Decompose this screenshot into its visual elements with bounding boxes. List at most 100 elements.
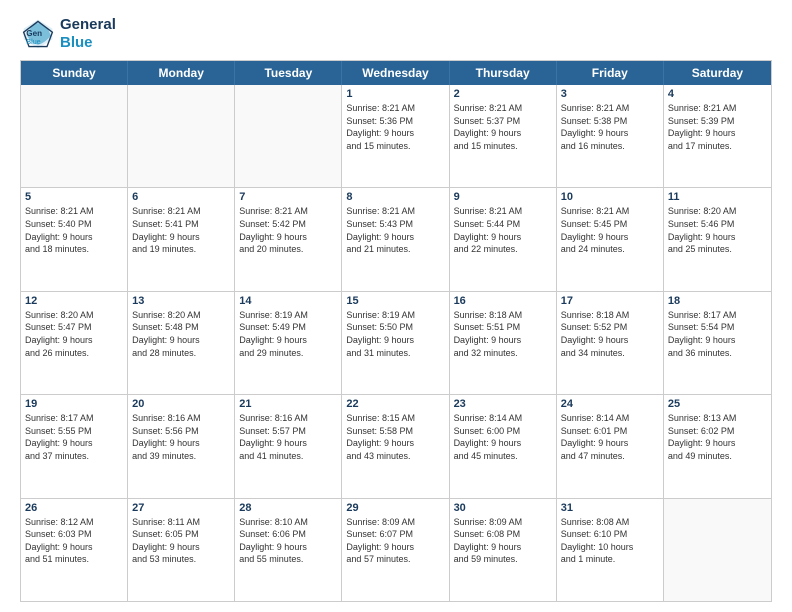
day-number: 21	[239, 398, 337, 410]
week-row-4: 19Sunrise: 8:17 AM Sunset: 5:55 PM Dayli…	[21, 395, 771, 498]
day-number: 26	[25, 502, 123, 514]
day-info: Sunrise: 8:20 AM Sunset: 5:46 PM Dayligh…	[668, 205, 767, 255]
day-info: Sunrise: 8:09 AM Sunset: 6:08 PM Dayligh…	[454, 516, 552, 566]
day-number: 29	[346, 502, 444, 514]
week-row-2: 5Sunrise: 8:21 AM Sunset: 5:40 PM Daylig…	[21, 188, 771, 291]
day-info: Sunrise: 8:21 AM Sunset: 5:39 PM Dayligh…	[668, 102, 767, 152]
day-cell-2: 2Sunrise: 8:21 AM Sunset: 5:37 PM Daylig…	[450, 85, 557, 187]
header-day-monday: Monday	[128, 61, 235, 85]
day-info: Sunrise: 8:21 AM Sunset: 5:36 PM Dayligh…	[346, 102, 444, 152]
day-info: Sunrise: 8:08 AM Sunset: 6:10 PM Dayligh…	[561, 516, 659, 566]
day-cell-30: 30 Sunrise: 8:09 AM Sunset: 6:08 PM Dayli…	[450, 499, 557, 601]
day-number: 18	[668, 295, 767, 307]
header-day-saturday: Saturday	[664, 61, 771, 85]
day-number: 27	[132, 502, 230, 514]
day-info: Sunrise: 8:17 AM Sunset: 5:54 PM Dayligh…	[668, 309, 767, 359]
day-cell-9: 9 Sunrise: 8:21 AM Sunset: 5:44 PM Daylig…	[450, 188, 557, 290]
header-day-friday: Friday	[557, 61, 664, 85]
header-day-sunday: Sunday	[21, 61, 128, 85]
day-number: 7	[239, 191, 337, 203]
week-row-5: 26 Sunrise: 8:12 AM Sunset: 6:03 PM Dayli…	[21, 499, 771, 601]
day-cell-15: 15Sunrise: 8:19 AM Sunset: 5:50 PM Dayli…	[342, 292, 449, 394]
day-cell-16: 16 Sunrise: 8:18 AM Sunset: 5:51 PM Dayli…	[450, 292, 557, 394]
day-number: 6	[132, 191, 230, 203]
day-number: 13	[132, 295, 230, 307]
page: Gen Blue General Blue SundayMondayTuesda…	[0, 0, 792, 612]
day-number: 3	[561, 88, 659, 100]
day-cell-22: 22 Sunrise: 8:15 AM Sunset: 5:58 PM Dayli…	[342, 395, 449, 497]
day-info: Sunrise: 8:20 AM Sunset: 5:48 PM Dayligh…	[132, 309, 230, 359]
day-cell-11: 11Sunrise: 8:20 AM Sunset: 5:46 PM Dayli…	[664, 188, 771, 290]
day-number: 9	[454, 191, 552, 203]
day-info: Sunrise: 8:16 AM Sunset: 5:57 PM Dayligh…	[239, 412, 337, 462]
day-cell-25: 25 Sunrise: 8:13 AM Sunset: 6:02 PM Dayli…	[664, 395, 771, 497]
day-info: Sunrise: 8:21 AM Sunset: 5:44 PM Dayligh…	[454, 205, 552, 255]
day-number: 17	[561, 295, 659, 307]
day-cell-27: 27 Sunrise: 8:11 AM Sunset: 6:05 PM Dayli…	[128, 499, 235, 601]
day-number: 20	[132, 398, 230, 410]
header: Gen Blue General Blue	[20, 16, 772, 52]
day-info: Sunrise: 8:12 AM Sunset: 6:03 PM Dayligh…	[25, 516, 123, 566]
day-number: 15	[346, 295, 444, 307]
day-cell-13: 13 Sunrise: 8:20 AM Sunset: 5:48 PM Dayli…	[128, 292, 235, 394]
day-cell-20: 20 Sunrise: 8:16 AM Sunset: 5:56 PM Dayli…	[128, 395, 235, 497]
day-number: 23	[454, 398, 552, 410]
day-info: Sunrise: 8:21 AM Sunset: 5:43 PM Dayligh…	[346, 205, 444, 255]
day-info: Sunrise: 8:14 AM Sunset: 6:01 PM Dayligh…	[561, 412, 659, 462]
day-cell-1: 1 Sunrise: 8:21 AM Sunset: 5:36 PM Daylig…	[342, 85, 449, 187]
day-cell-3: 3Sunrise: 8:21 AM Sunset: 5:38 PM Daylig…	[557, 85, 664, 187]
day-cell-29: 29 Sunrise: 8:09 AM Sunset: 6:07 PM Dayli…	[342, 499, 449, 601]
day-number: 22	[346, 398, 444, 410]
day-info: Sunrise: 8:18 AM Sunset: 5:51 PM Dayligh…	[454, 309, 552, 359]
header-day-wednesday: Wednesday	[342, 61, 449, 85]
empty-cell	[21, 85, 128, 187]
calendar-header: SundayMondayTuesdayWednesdayThursdayFrid…	[21, 61, 771, 85]
day-cell-21: 21 Sunrise: 8:16 AM Sunset: 5:57 PM Dayli…	[235, 395, 342, 497]
logo-text: General Blue	[60, 16, 116, 52]
day-number: 25	[668, 398, 767, 410]
day-number: 16	[454, 295, 552, 307]
day-cell-10: 10 Sunrise: 8:21 AM Sunset: 5:45 PM Dayli…	[557, 188, 664, 290]
day-cell-8: 8 Sunrise: 8:21 AM Sunset: 5:43 PM Daylig…	[342, 188, 449, 290]
day-info: Sunrise: 8:10 AM Sunset: 6:06 PM Dayligh…	[239, 516, 337, 566]
day-cell-28: 28Sunrise: 8:10 AM Sunset: 6:06 PM Dayli…	[235, 499, 342, 601]
empty-cell	[128, 85, 235, 187]
day-info: Sunrise: 8:19 AM Sunset: 5:49 PM Dayligh…	[239, 309, 337, 359]
logo: Gen Blue General Blue	[20, 16, 116, 52]
day-info: Sunrise: 8:18 AM Sunset: 5:52 PM Dayligh…	[561, 309, 659, 359]
day-number: 5	[25, 191, 123, 203]
day-number: 10	[561, 191, 659, 203]
day-number: 24	[561, 398, 659, 410]
week-row-3: 12Sunrise: 8:20 AM Sunset: 5:47 PM Dayli…	[21, 292, 771, 395]
day-cell-4: 4Sunrise: 8:21 AM Sunset: 5:39 PM Daylig…	[664, 85, 771, 187]
day-info: Sunrise: 8:11 AM Sunset: 6:05 PM Dayligh…	[132, 516, 230, 566]
day-cell-5: 5Sunrise: 8:21 AM Sunset: 5:40 PM Daylig…	[21, 188, 128, 290]
day-number: 8	[346, 191, 444, 203]
empty-cell	[664, 499, 771, 601]
day-cell-7: 7 Sunrise: 8:21 AM Sunset: 5:42 PM Daylig…	[235, 188, 342, 290]
header-day-thursday: Thursday	[450, 61, 557, 85]
day-info: Sunrise: 8:09 AM Sunset: 6:07 PM Dayligh…	[346, 516, 444, 566]
day-cell-6: 6 Sunrise: 8:21 AM Sunset: 5:41 PM Daylig…	[128, 188, 235, 290]
day-info: Sunrise: 8:13 AM Sunset: 6:02 PM Dayligh…	[668, 412, 767, 462]
day-cell-23: 23Sunrise: 8:14 AM Sunset: 6:00 PM Dayli…	[450, 395, 557, 497]
day-cell-17: 17 Sunrise: 8:18 AM Sunset: 5:52 PM Dayli…	[557, 292, 664, 394]
calendar-body: 1 Sunrise: 8:21 AM Sunset: 5:36 PM Daylig…	[21, 85, 771, 601]
day-info: Sunrise: 8:16 AM Sunset: 5:56 PM Dayligh…	[132, 412, 230, 462]
day-cell-19: 19Sunrise: 8:17 AM Sunset: 5:55 PM Dayli…	[21, 395, 128, 497]
calendar: SundayMondayTuesdayWednesdayThursdayFrid…	[20, 60, 772, 602]
day-info: Sunrise: 8:17 AM Sunset: 5:55 PM Dayligh…	[25, 412, 123, 462]
day-number: 1	[346, 88, 444, 100]
day-info: Sunrise: 8:21 AM Sunset: 5:37 PM Dayligh…	[454, 102, 552, 152]
day-number: 14	[239, 295, 337, 307]
empty-cell	[235, 85, 342, 187]
day-cell-31: 31Sunrise: 8:08 AM Sunset: 6:10 PM Dayli…	[557, 499, 664, 601]
day-info: Sunrise: 8:15 AM Sunset: 5:58 PM Dayligh…	[346, 412, 444, 462]
day-info: Sunrise: 8:21 AM Sunset: 5:42 PM Dayligh…	[239, 205, 337, 255]
day-info: Sunrise: 8:21 AM Sunset: 5:41 PM Dayligh…	[132, 205, 230, 255]
svg-text:Blue: Blue	[26, 37, 40, 46]
day-info: Sunrise: 8:21 AM Sunset: 5:45 PM Dayligh…	[561, 205, 659, 255]
day-cell-18: 18 Sunrise: 8:17 AM Sunset: 5:54 PM Dayli…	[664, 292, 771, 394]
day-number: 30	[454, 502, 552, 514]
day-cell-26: 26 Sunrise: 8:12 AM Sunset: 6:03 PM Dayli…	[21, 499, 128, 601]
